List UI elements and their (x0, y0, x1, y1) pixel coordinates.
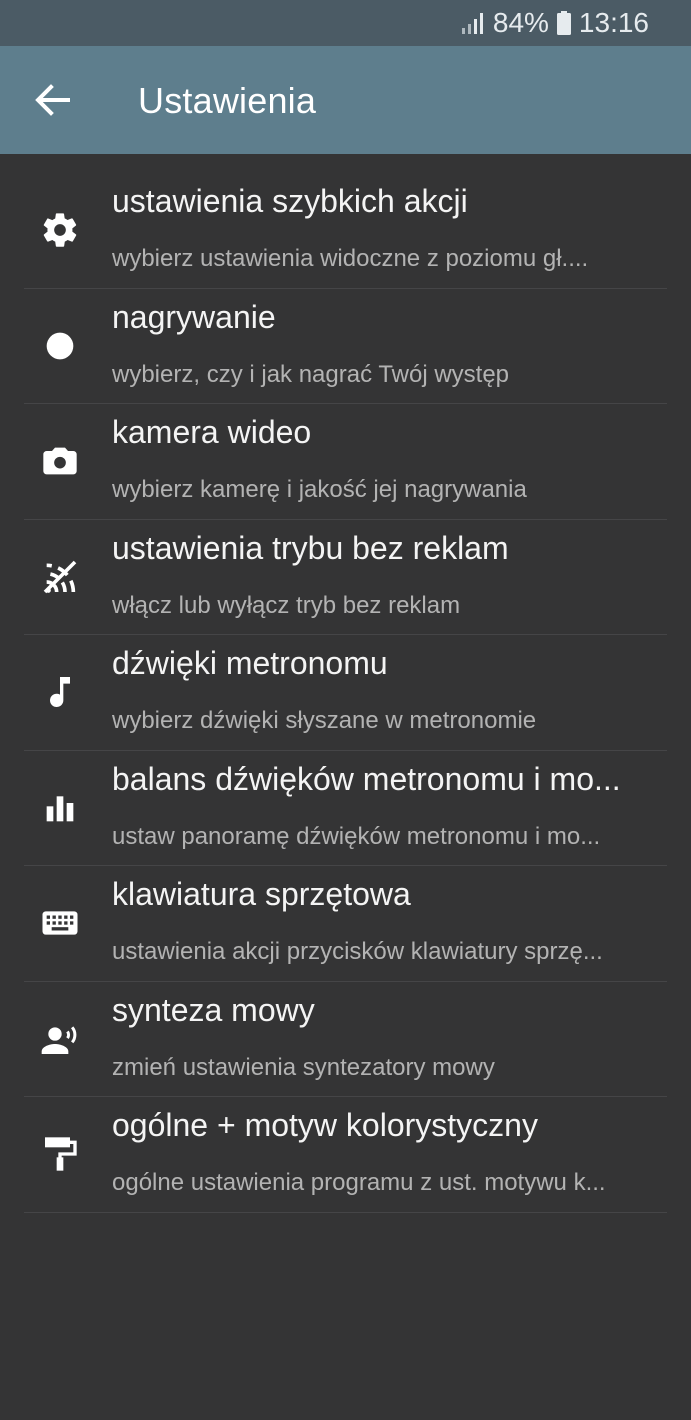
settings-list: ustawienia szybkich akcji wybierz ustawi… (24, 173, 667, 1213)
page-title: Ustawienia (138, 80, 317, 121)
item-subtitle: wybierz kamerę i jakość jej nagrywania (112, 476, 527, 503)
battery-icon (556, 11, 571, 35)
item-subtitle: wybierz, czy i jak nagrać Twój występ (112, 360, 510, 388)
item-subtitle: ogólne ustawienia programu z ust. motywu… (112, 1169, 606, 1196)
clock: 13:16 (578, 7, 649, 38)
keyboard-icon (38, 901, 82, 945)
item-title: ustawienia szybkich akcji (112, 183, 468, 219)
settings-item-ad-free-mode[interactable]: ustawienia trybu bez reklam włącz lub wy… (24, 520, 667, 635)
status-bar: 84% 13:16 (0, 0, 691, 46)
paint-roller-icon (38, 1132, 82, 1176)
camera-icon (38, 439, 82, 483)
battery-percent: 84% (492, 7, 549, 38)
item-subtitle: zmień ustawienia syntezatory mowy (112, 1053, 495, 1081)
item-title: synteza mowy (112, 991, 315, 1028)
record-dot-icon (38, 324, 82, 368)
item-title: dźwięki metronomu (112, 645, 388, 681)
arrow-back-icon[interactable] (34, 84, 70, 116)
music-note-icon (38, 670, 82, 714)
item-title: ogólne + motyw kolorystyczny (112, 1107, 538, 1143)
item-title: klawiatura sprzętowa (112, 876, 411, 912)
item-subtitle: włącz lub wyłącz tryb bez reklam (112, 591, 461, 619)
signal-icon (461, 13, 483, 34)
speech-icon (38, 1017, 82, 1061)
settings-item-speech-synthesis[interactable]: synteza mowy zmień ustawienia syntezator… (24, 982, 667, 1097)
gear-icon (38, 208, 82, 252)
item-title: kamera wideo (112, 414, 312, 450)
item-title: ustawienia trybu bez reklam (112, 529, 509, 566)
settings-item-general-theme[interactable]: ogólne + motyw kolorystyczny ogólne usta… (24, 1097, 667, 1213)
settings-item-sound-balance[interactable]: balans dźwięków metronomu i mo... ustaw … (24, 751, 667, 866)
bar-chart-icon (38, 786, 82, 830)
item-subtitle: ustawienia akcji przycisków klawiatury s… (112, 938, 603, 965)
item-title: nagrywanie (112, 298, 276, 335)
settings-item-recording[interactable]: nagrywanie wybierz, czy i jak nagrać Twó… (24, 289, 667, 404)
item-subtitle: ustaw panoramę dźwięków metronomu i mo..… (112, 822, 601, 850)
app-bar: Ustawienia (0, 46, 691, 154)
settings-item-metronome-sounds[interactable]: dźwięki metronomu wybierz dźwięki słysza… (24, 635, 667, 751)
settings-item-video-camera[interactable]: kamera wideo wybierz kamerę i jakość jej… (24, 404, 667, 520)
item-title: balans dźwięków metronomu i mo... (112, 760, 621, 797)
no-ads-icon (38, 555, 82, 599)
item-subtitle: wybierz dźwięki słyszane w metronomie (112, 707, 537, 734)
settings-item-quick-actions[interactable]: ustawienia szybkich akcji wybierz ustawi… (24, 173, 667, 289)
item-subtitle: wybierz ustawienia widoczne z poziomu gł… (112, 245, 589, 272)
settings-item-hardware-keyboard[interactable]: klawiatura sprzętowa ustawienia akcji pr… (24, 866, 667, 982)
